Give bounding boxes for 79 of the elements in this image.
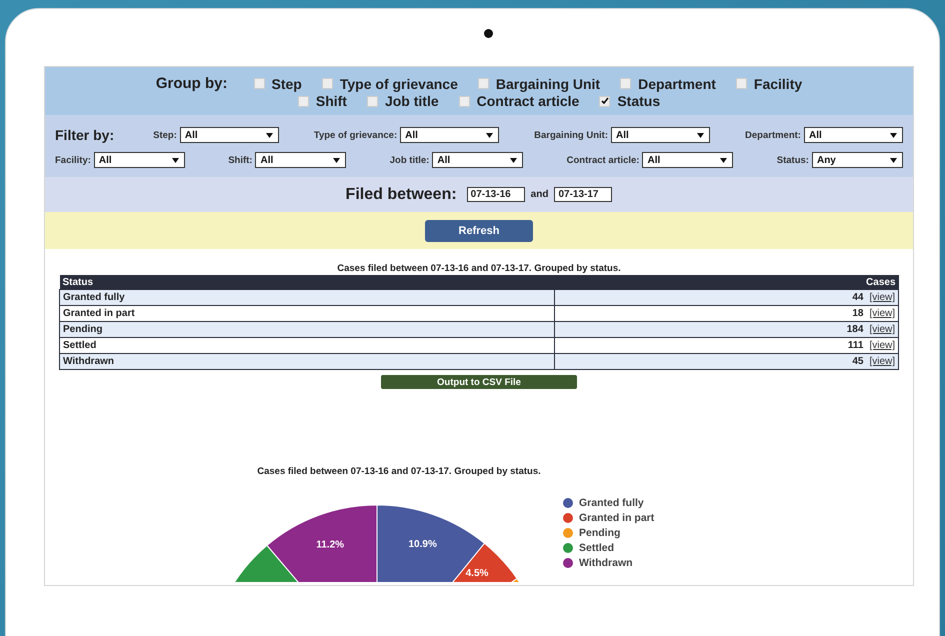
filed-between-label: Filed between: — [346, 186, 457, 204]
case-count: 184 — [846, 324, 864, 335]
and-label: and — [530, 189, 548, 200]
filter-dropdown[interactable]: All — [642, 152, 734, 168]
date-field[interactable]: 07-13-17 — [554, 187, 612, 202]
filter-label: Facility: — [55, 154, 91, 166]
table-cell: Withdrawn — [60, 354, 554, 370]
case-count: 44 — [852, 292, 864, 303]
filter-label: Step: — [153, 130, 177, 140]
group-option[interactable]: Contract article — [458, 93, 580, 109]
filter-dropdown[interactable]: All — [804, 127, 903, 143]
group-option[interactable]: Job title — [366, 93, 439, 109]
view-link[interactable]: [view] — [869, 324, 895, 335]
group-option[interactable]: Bargaining Unit — [478, 76, 600, 92]
dropdown-arrow-icon — [890, 132, 897, 138]
filter-label: Bargaining Unit: — [534, 130, 608, 140]
group-by-label: Group by: — [156, 75, 228, 92]
date-field[interactable]: 07-13-16 — [466, 187, 525, 202]
filter-dropdown[interactable]: All — [94, 152, 185, 168]
filter-dropdown[interactable]: Any — [812, 152, 903, 168]
legend-label: Granted fully — [579, 497, 644, 509]
table-cell: Granted fully — [60, 290, 554, 306]
checkbox[interactable] — [298, 96, 309, 106]
table-caption: Cases filed between 07-13-16 and 07-13-17. Grouped by status. — [337, 263, 621, 274]
filter-dropdown[interactable]: All — [400, 127, 500, 143]
chart-title: Cases filed between 07-13-16 and 07-13-17. Grouped by status. — [257, 466, 541, 477]
checkbox[interactable] — [599, 96, 610, 106]
checkbox[interactable] — [620, 78, 632, 89]
legend-label: Granted in part — [579, 512, 654, 524]
view-link[interactable]: [view] — [869, 308, 895, 319]
dropdown-arrow-icon — [510, 158, 518, 162]
checkbox[interactable] — [366, 96, 378, 106]
checkbox[interactable] — [478, 78, 489, 89]
dropdown-arrow-icon — [720, 158, 728, 162]
case-count: 18 — [852, 308, 864, 319]
slice-label: 10.9% — [408, 538, 437, 550]
filter-label: Job title: — [390, 154, 430, 166]
filter-dropdown[interactable]: All — [180, 127, 279, 143]
dropdown-arrow-icon — [333, 158, 340, 162]
filter-dropdown[interactable]: All — [611, 127, 710, 143]
legend-label: Withdrawn — [579, 557, 633, 569]
checkbox[interactable] — [254, 78, 265, 89]
group-option[interactable]: Type of grievance — [322, 76, 458, 92]
view-link[interactable]: [view] — [869, 356, 895, 367]
group-option[interactable]: Step — [254, 76, 302, 92]
filter-dropdown[interactable]: All — [432, 152, 524, 168]
slice-label: 4.5% — [466, 568, 488, 579]
group-option[interactable]: Facility — [736, 76, 802, 92]
group-option[interactable]: Department — [620, 76, 716, 92]
csv-export-button[interactable]: Output to CSV File — [381, 375, 577, 389]
dropdown-arrow-icon — [486, 132, 494, 138]
filter-label: Contract article: — [566, 154, 640, 166]
dropdown-arrow-icon — [172, 158, 179, 162]
checkbox[interactable] — [736, 78, 747, 89]
table-cell: Pending — [60, 322, 554, 338]
filter-label: Shift: — [228, 154, 252, 166]
dropdown-arrow-icon — [697, 132, 704, 138]
slice-label: 11.2% — [316, 539, 344, 550]
filter-label: Department: — [745, 130, 801, 140]
checkbox[interactable] — [458, 96, 470, 106]
view-link[interactable]: [view] — [869, 340, 895, 351]
camera-icon — [484, 29, 493, 38]
case-count: 111 — [848, 340, 864, 351]
dropdown-arrow-icon — [890, 158, 897, 162]
refresh-button[interactable]: Refresh — [425, 220, 533, 242]
legend-label: Settled — [579, 542, 614, 554]
column-header: Status — [60, 275, 554, 290]
filter-by-label: Filter by: — [55, 127, 114, 143]
checkbox[interactable] — [322, 78, 333, 89]
column-header: Cases — [554, 275, 898, 290]
dropdown-arrow-icon — [266, 132, 273, 138]
legend-label: Pending — [579, 527, 620, 539]
group-option[interactable]: Status — [599, 93, 660, 109]
filter-dropdown[interactable]: All — [255, 152, 346, 168]
filter-label: Type of grievance: — [314, 130, 398, 140]
filter-label: Status: — [776, 154, 809, 166]
case-count: 45 — [852, 356, 864, 367]
view-link[interactable]: [view] — [869, 292, 895, 303]
group-option[interactable]: Shift — [298, 93, 347, 109]
